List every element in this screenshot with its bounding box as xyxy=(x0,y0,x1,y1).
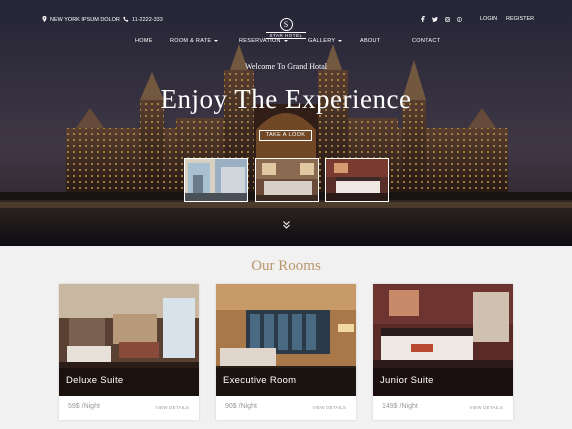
room-card[interactable]: Junior Suite 149$ /Night VIEW DETAILS xyxy=(373,284,513,420)
nav-contact-label: CONTACT xyxy=(412,38,441,44)
room-price: 149$ /Night xyxy=(382,403,418,410)
location-text: NEW YORK IPSUM DOLOR xyxy=(50,17,120,23)
room-name: Junior Suite xyxy=(380,375,434,386)
hotel-logo[interactable]: S STAR HOTEL xyxy=(266,18,306,40)
main-nav: HOME ROOM & RATE RESERVATION GALLERY ABO… xyxy=(0,38,572,48)
nav-gallery[interactable]: GALLERY xyxy=(308,38,343,44)
chevron-down-icon xyxy=(214,40,219,42)
nav-about[interactable]: ABOUT xyxy=(360,38,380,44)
nav-gallery-label: GALLERY xyxy=(308,38,336,44)
nav-room-rate-label: ROOM & RATE xyxy=(170,38,212,44)
facebook-icon[interactable] xyxy=(421,16,425,24)
room-image: Executive Room xyxy=(216,284,356,396)
room-price: 59$ /Night xyxy=(68,403,100,410)
pinterest-icon[interactable] xyxy=(457,16,462,24)
nav-room-rate[interactable]: ROOM & RATE xyxy=(170,38,219,44)
room-image: Junior Suite xyxy=(373,284,513,396)
top-bar: NEW YORK IPSUM DOLOR 11-2222-333 S STAR … xyxy=(0,14,572,39)
gallery-thumbnail[interactable] xyxy=(325,158,389,202)
nav-home-label: HOME xyxy=(135,38,153,44)
take-a-look-button[interactable]: TAKE A LOOK xyxy=(259,130,312,141)
view-details-link[interactable]: VIEW DETAILS xyxy=(155,405,189,410)
room-image: Deluxe Suite xyxy=(59,284,199,396)
hero-headline: Enjoy The Experience xyxy=(160,84,412,114)
room-name: Executive Room xyxy=(223,375,297,386)
room-card[interactable]: Executive Room 90$ /Night VIEW DETAILS xyxy=(216,284,356,420)
nav-home[interactable]: HOME xyxy=(135,38,153,44)
phone-icon xyxy=(123,16,129,24)
twitter-icon[interactable] xyxy=(432,16,438,24)
phone-info: 11-2222-333 xyxy=(123,16,163,24)
welcome-text: Welcome To Grand Hotal xyxy=(245,62,327,71)
phone-text: 11-2222-333 xyxy=(132,17,163,23)
register-link[interactable]: REGISTER xyxy=(506,16,534,22)
nav-about-label: ABOUT xyxy=(360,38,381,44)
chevron-down-icon xyxy=(338,40,343,42)
room-name: Deluxe Suite xyxy=(66,375,124,386)
rooms-section-title: Our Rooms xyxy=(251,258,321,274)
social-links xyxy=(421,16,462,24)
logo-letter: S xyxy=(279,18,293,31)
room-price: 90$ /Night xyxy=(225,403,257,410)
chevron-down-icon xyxy=(283,40,288,42)
map-pin-icon xyxy=(42,16,47,24)
scroll-down-icon[interactable] xyxy=(283,216,290,234)
gallery-thumbnail[interactable] xyxy=(184,158,248,202)
room-card[interactable]: Deluxe Suite 59$ /Night VIEW DETAILS xyxy=(59,284,199,420)
view-details-link[interactable]: VIEW DETAILS xyxy=(312,405,346,410)
gallery-thumbnail[interactable] xyxy=(255,158,319,202)
login-link[interactable]: LOGIN xyxy=(480,16,497,22)
hero-banner: NEW YORK IPSUM DOLOR 11-2222-333 S STAR … xyxy=(0,0,572,246)
view-details-link[interactable]: VIEW DETAILS xyxy=(469,405,503,410)
nav-reservation-label: RESERVATION xyxy=(239,38,281,44)
nav-reservation[interactable]: RESERVATION xyxy=(239,38,288,44)
instagram-icon[interactable] xyxy=(445,16,450,24)
nav-contact[interactable]: CONTACT xyxy=(412,38,440,44)
location-info: NEW YORK IPSUM DOLOR xyxy=(42,16,120,24)
